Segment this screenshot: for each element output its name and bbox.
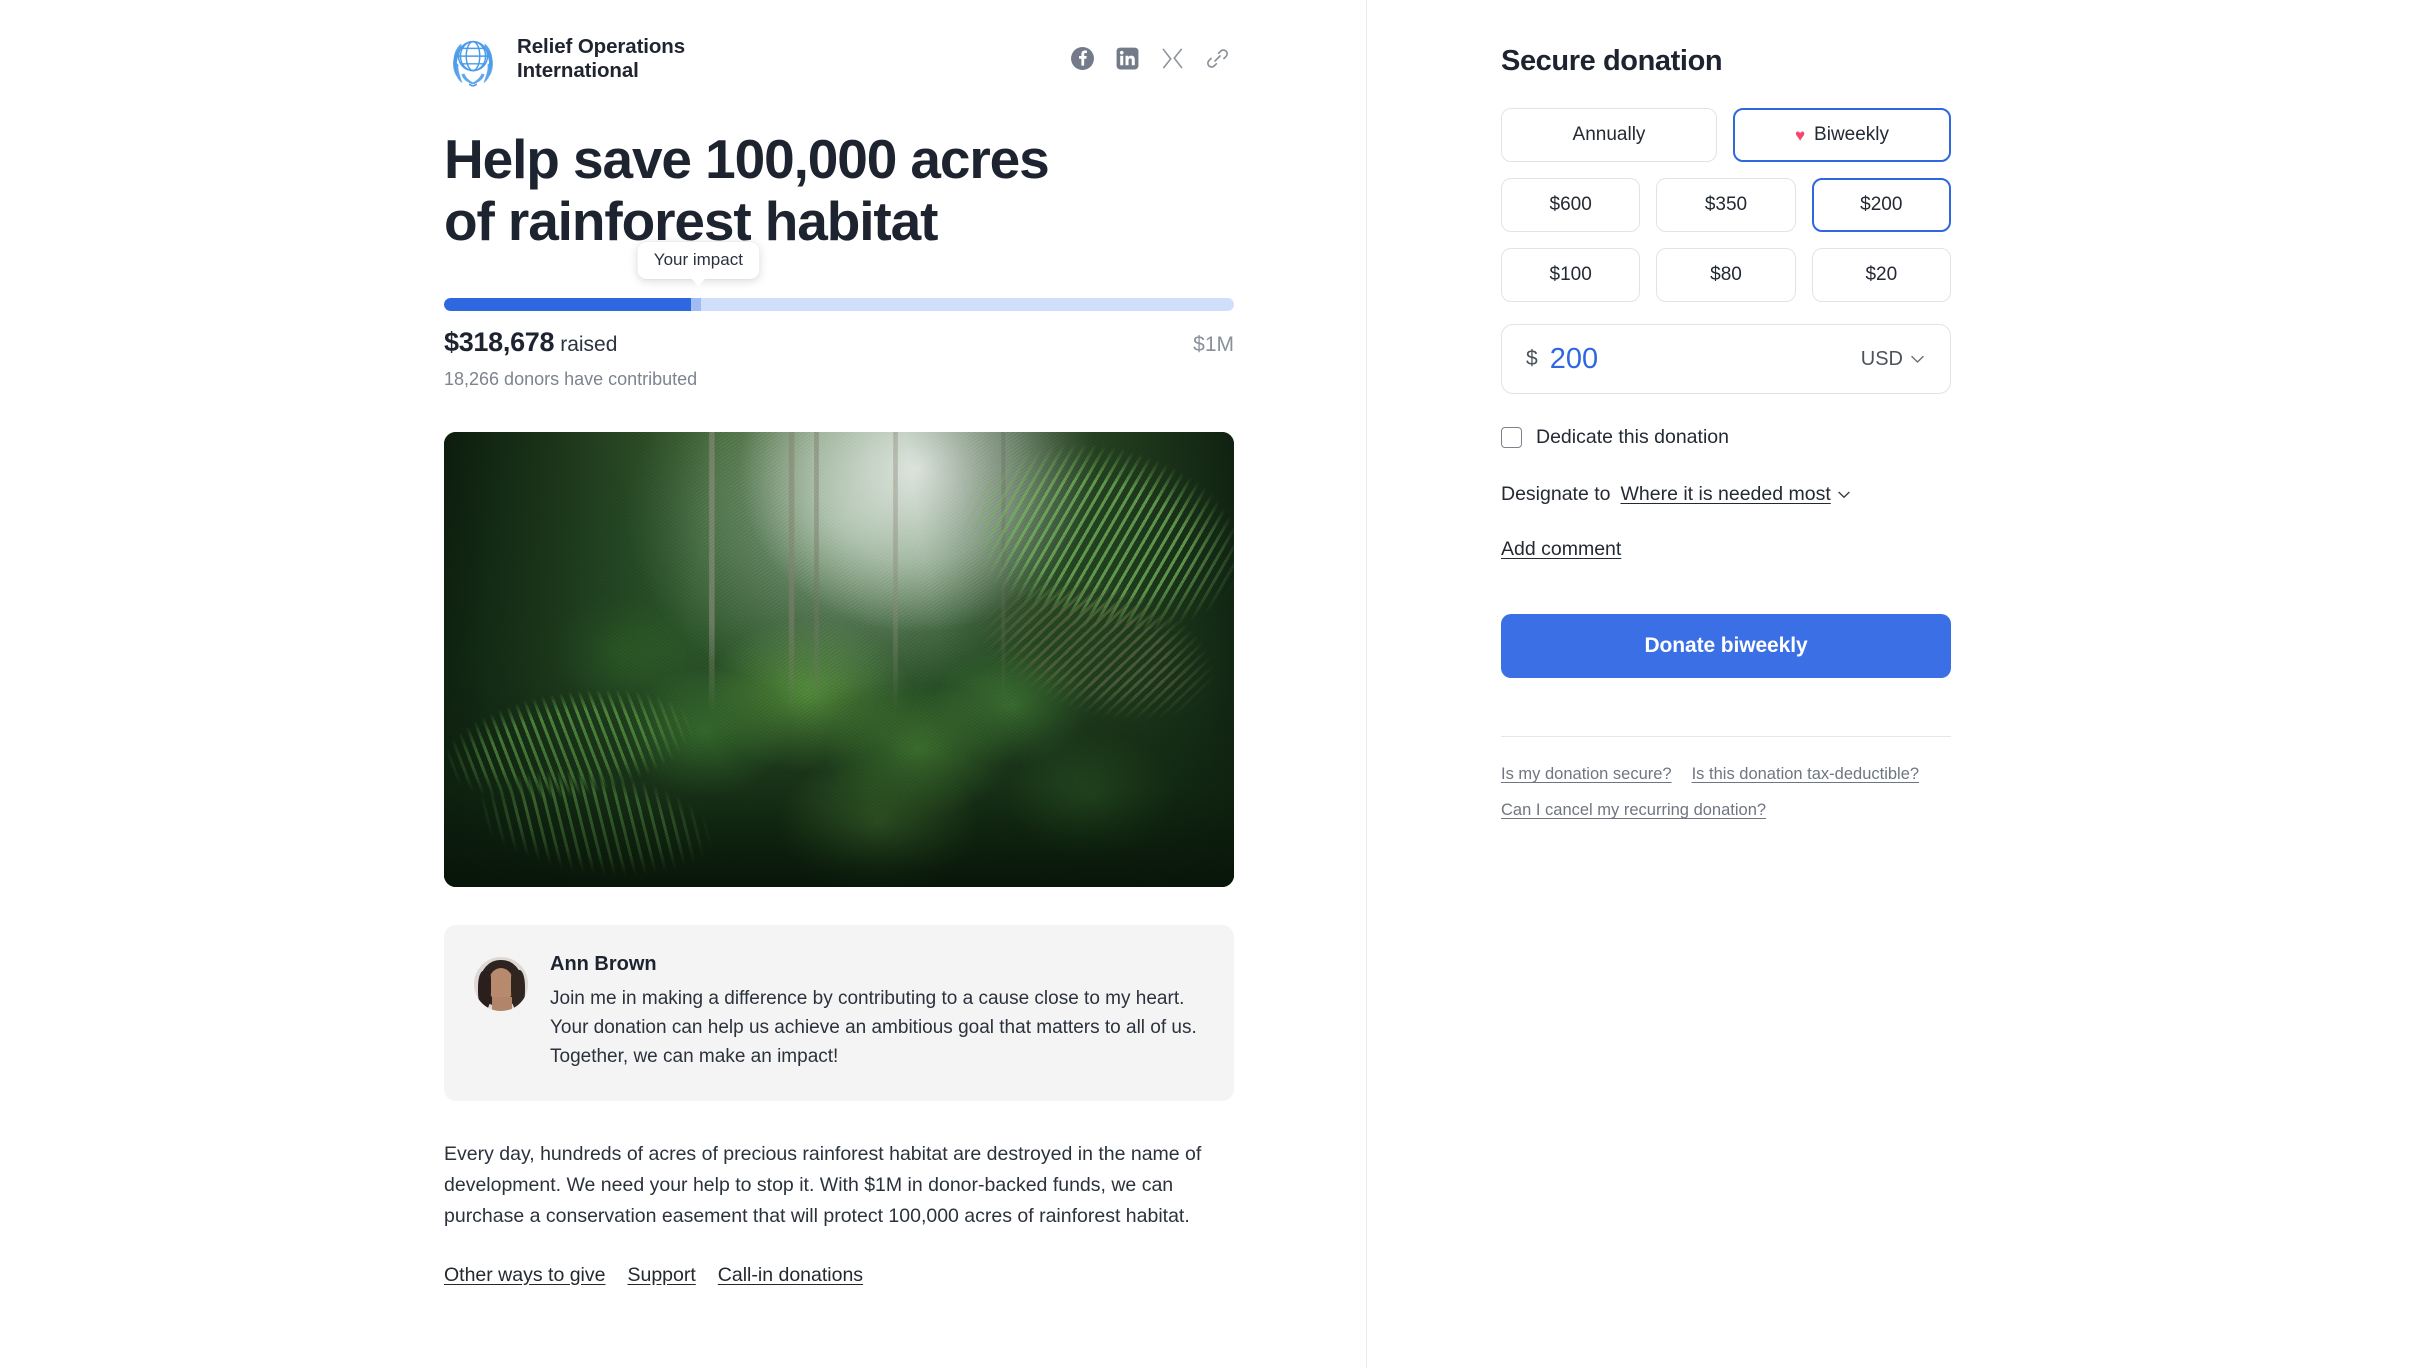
panel-separator xyxy=(1501,736,1951,737)
raised-label: raised xyxy=(560,333,618,357)
testimonial-quote: Join me in making a difference by contri… xyxy=(550,988,1197,1068)
other-ways-to-give-link[interactable]: Other ways to give xyxy=(444,1264,605,1287)
avatar xyxy=(474,957,528,1012)
x-twitter-icon[interactable] xyxy=(1160,46,1185,71)
call-in-donations-link[interactable]: Call-in donations xyxy=(718,1264,863,1287)
donation-form-pane: Secure donation Annually ♥ Biweekly $600… xyxy=(1367,0,2432,1368)
goal-amount: $1M xyxy=(1193,333,1234,357)
linkedin-icon[interactable] xyxy=(1115,46,1140,71)
page-title: Help save 100,000 acres of rainforest ha… xyxy=(444,128,1050,252)
currency-symbol: $ xyxy=(1526,347,1538,370)
raised-row: $318,678 raised $1M xyxy=(444,327,1234,358)
amount-option-600[interactable]: $600 xyxy=(1501,178,1641,232)
testimonial-card: Ann Brown Join me in making a difference… xyxy=(444,925,1234,1102)
frequency-option-annually[interactable]: Annually xyxy=(1501,108,1717,162)
dedicate-donation-checkbox[interactable] xyxy=(1501,427,1522,448)
amount-option-350[interactable]: $350 xyxy=(1656,178,1796,232)
faq-link-cancel-recurring[interactable]: Can I cancel my recurring donation? xyxy=(1501,801,1766,820)
currency-code: USD xyxy=(1860,347,1903,370)
support-link[interactable]: Support xyxy=(627,1264,695,1287)
raised-amount: $318,678 xyxy=(444,327,555,358)
facebook-icon[interactable] xyxy=(1070,46,1095,71)
brand-lockup[interactable]: Relief Operations International xyxy=(444,30,685,88)
frequency-option-annually-label: Annually xyxy=(1572,124,1646,145)
faq-row-bottom: Can I cancel my recurring donation? xyxy=(1501,801,1951,837)
frequency-option-biweekly-label: Biweekly xyxy=(1814,124,1890,145)
faq-link-group: Is my donation secure? Is this donation … xyxy=(1501,765,1951,837)
progress-impact-marker xyxy=(691,298,702,312)
donation-panel-title: Secure donation xyxy=(1501,45,1723,77)
dedicate-donation-label: Dedicate this donation xyxy=(1536,426,1729,448)
chevron-down-icon xyxy=(1911,355,1924,363)
preset-amount-grid: $600 $350 $200 $100 $80 $20 xyxy=(1501,178,1951,302)
your-impact-tooltip: Your impact xyxy=(637,242,759,280)
amount-option-80[interactable]: $80 xyxy=(1656,248,1796,302)
heart-icon: ♥ xyxy=(1794,125,1806,145)
designate-select[interactable]: Where it is needed most xyxy=(1621,483,1850,506)
brand-name: Relief Operations International xyxy=(517,34,686,82)
donor-count: 18,266 donors have contributed xyxy=(444,369,698,390)
campaign-hero-image xyxy=(444,432,1234,888)
progress-bar-fill xyxy=(444,298,692,312)
progress-bar xyxy=(444,298,1234,312)
campaign-description: Every day, hundreds of acres of precious… xyxy=(444,1143,1202,1227)
testimonial-body: Ann Brown Join me in making a difference… xyxy=(550,953,1204,1071)
custom-amount-field[interactable]: $ 200 USD xyxy=(1501,324,1951,394)
currency-selector[interactable]: USD xyxy=(1861,348,1924,371)
raised-group: $318,678 raised xyxy=(444,327,617,358)
hero-texture-layer xyxy=(444,432,1234,888)
social-share-group xyxy=(1070,46,1234,71)
testimonial-author: Ann Brown xyxy=(550,953,657,976)
frequency-option-biweekly[interactable]: ♥ Biweekly xyxy=(1733,108,1951,162)
dedicate-donation-row[interactable]: Dedicate this donation xyxy=(1501,426,1951,449)
un-globe-laurel-logo-icon xyxy=(453,40,493,87)
amount-option-100[interactable]: $100 xyxy=(1501,248,1641,302)
designate-row: Designate to Where it is needed most xyxy=(1501,483,1951,506)
chevron-down-icon xyxy=(1838,491,1850,498)
amount-input-value[interactable]: 200 xyxy=(1550,343,1861,376)
amount-option-200[interactable]: $200 xyxy=(1811,178,1951,232)
page-header: Relief Operations International xyxy=(444,0,1234,87)
copy-link-icon[interactable] xyxy=(1205,46,1230,71)
progress-section: Your impact $318,678 raised $1M 18,266 do… xyxy=(444,242,1234,390)
campaign-content-pane: Relief Operations International Help sav… xyxy=(0,0,1367,1368)
amount-option-20[interactable]: $20 xyxy=(1811,248,1951,302)
designate-value-text: Where it is needed most xyxy=(1620,483,1831,505)
add-comment-link[interactable]: Add comment xyxy=(1501,538,1621,561)
donate-button[interactable]: Donate biweekly xyxy=(1501,614,1951,678)
donation-page: Relief Operations International Help sav… xyxy=(0,0,2432,1368)
faq-row-top: Is my donation secure? Is this donation … xyxy=(1501,765,1951,801)
designate-label: Designate to xyxy=(1501,483,1611,505)
footer-link-group: Other ways to give Support Call-in donat… xyxy=(444,1264,1234,1287)
faq-link-donation-secure[interactable]: Is my donation secure? xyxy=(1501,765,1672,784)
frequency-selector: Annually ♥ Biweekly xyxy=(1501,108,1951,162)
faq-link-tax-deductible[interactable]: Is this donation tax-deductible? xyxy=(1692,765,1919,784)
